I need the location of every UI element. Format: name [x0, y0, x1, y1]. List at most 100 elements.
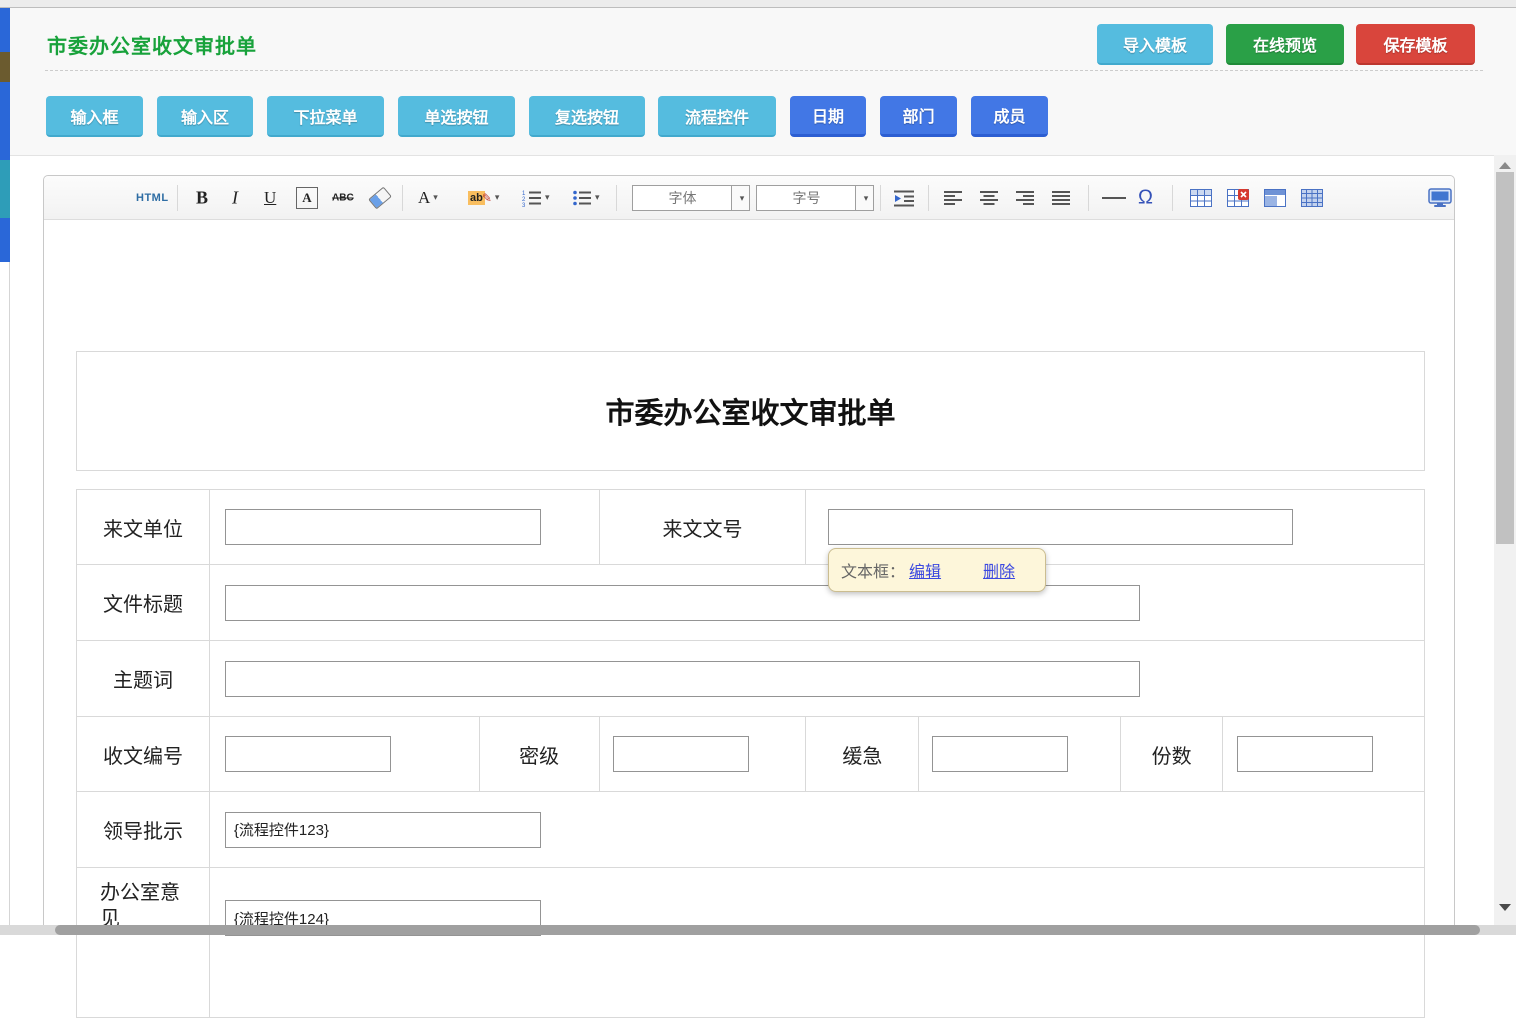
- toolbar-separator: [177, 185, 178, 211]
- source-unit-input[interactable]: [225, 509, 541, 545]
- field-label: 文件标题: [103, 588, 183, 617]
- receipt-number-input[interactable]: [225, 736, 391, 772]
- delete-table-icon[interactable]: [1227, 189, 1249, 207]
- strikethrough-icon[interactable]: ABC: [332, 192, 354, 203]
- toolbar-separator: [402, 185, 403, 211]
- field-label: 份数: [1152, 740, 1192, 769]
- urgency-input[interactable]: [932, 736, 1068, 772]
- align-right-icon[interactable]: [1016, 190, 1036, 206]
- table-row: 来文单位 来文文号: [77, 490, 1425, 565]
- vertical-scrollbar[interactable]: [1494, 155, 1516, 925]
- delete-control-link[interactable]: 删除: [983, 558, 1015, 582]
- field-label: 主题词: [113, 664, 173, 693]
- horizontal-scrollbar[interactable]: [0, 925, 1516, 935]
- label-cell: 领导批示: [77, 792, 210, 868]
- align-center-icon[interactable]: [980, 190, 1000, 206]
- vertical-scrollbar-thumb[interactable]: [1496, 172, 1514, 544]
- label-cell: 办公室意见: [77, 868, 210, 1018]
- input-cell: [600, 717, 807, 792]
- tooltip-label: 文本框：: [841, 558, 905, 582]
- add-dropdown-button[interactable]: 下拉菜单: [267, 96, 384, 137]
- field-label: 领导批示: [103, 815, 183, 844]
- scroll-up-icon[interactable]: [1499, 162, 1511, 169]
- add-member-button[interactable]: 成员: [971, 96, 1048, 137]
- add-input-box-button[interactable]: 输入框: [46, 96, 143, 137]
- input-cell: [210, 565, 1425, 641]
- input-cell: [210, 868, 1425, 1018]
- align-justify-icon[interactable]: [1052, 190, 1072, 206]
- underline-icon[interactable]: U: [264, 188, 276, 208]
- font-family-select[interactable]: 字体 ▾: [632, 185, 750, 211]
- input-cell: [210, 717, 480, 792]
- label-cell: 文件标题: [77, 565, 210, 641]
- copies-input[interactable]: [1237, 736, 1373, 772]
- editor-toolbar: HTML B I U A ABC A ▾ ab ✎ ▾ 1 2 3 ▾: [44, 176, 1454, 220]
- background-window-fragment: [0, 160, 10, 218]
- horizontal-scrollbar-thumb[interactable]: [55, 925, 1480, 935]
- fullscreen-icon[interactable]: [1428, 188, 1452, 208]
- scroll-down-icon[interactable]: [1499, 904, 1511, 911]
- font-color-icon[interactable]: A ▾: [418, 188, 438, 208]
- field-label: 收文编号: [103, 740, 183, 769]
- table-properties-icon[interactable]: [1264, 189, 1286, 207]
- unordered-list-icon[interactable]: ▾: [572, 189, 600, 207]
- label-cell: 收文编号: [77, 717, 210, 792]
- background-window-edge: [0, 8, 10, 262]
- leader-instructions-input[interactable]: [225, 812, 541, 848]
- add-date-button[interactable]: 日期: [790, 96, 866, 137]
- bold-icon[interactable]: B: [196, 187, 208, 208]
- insert-table-icon[interactable]: [1190, 189, 1212, 207]
- table-row: 文件标题: [77, 565, 1425, 641]
- label-cell: 份数: [1121, 717, 1223, 792]
- toolbar-separator: [928, 185, 929, 211]
- label-cell: 来文单位: [77, 490, 210, 565]
- dashed-divider: [45, 70, 1483, 71]
- field-label: 来文文号: [663, 513, 743, 542]
- input-cell: [1223, 717, 1425, 792]
- cell-properties-icon[interactable]: [1301, 189, 1323, 207]
- toolbar-separator: [616, 185, 617, 211]
- add-textarea-button[interactable]: 输入区: [157, 96, 253, 137]
- svg-text:3: 3: [522, 203, 526, 207]
- label-cell: 缓急: [806, 717, 919, 792]
- table-row: 领导批示: [77, 792, 1425, 868]
- top-window-strip: [0, 0, 1516, 8]
- chevron-down-icon[interactable]: ▾: [731, 186, 749, 210]
- highlight-color-icon[interactable]: ab ✎ ▾: [468, 191, 499, 205]
- input-cell: [210, 490, 600, 565]
- align-left-icon[interactable]: [944, 190, 964, 206]
- import-template-button[interactable]: 导入模板: [1097, 24, 1213, 65]
- field-label: 来文单位: [103, 513, 183, 542]
- toolbar-separator: [1172, 185, 1173, 211]
- add-flow-control-button[interactable]: 流程控件: [658, 96, 776, 137]
- horizontal-rule-icon[interactable]: [1102, 197, 1126, 199]
- edit-control-link[interactable]: 编辑: [909, 558, 941, 582]
- form-table: 来文单位 来文文号 文件标题 主题词: [76, 489, 1425, 1018]
- add-department-button[interactable]: 部门: [880, 96, 957, 137]
- indent-icon[interactable]: [894, 189, 916, 207]
- rich-text-editor: HTML B I U A ABC A ▾ ab ✎ ▾ 1 2 3 ▾: [43, 175, 1455, 925]
- font-size-select[interactable]: 字号 ▾: [756, 185, 874, 211]
- background-window-fragment: [0, 52, 10, 82]
- add-checkbox-button[interactable]: 复选按钮: [529, 96, 645, 137]
- document-number-input[interactable]: [828, 509, 1293, 545]
- subject-words-input[interactable]: [225, 661, 1140, 697]
- page-title: 市委办公室收文审批单: [47, 30, 257, 59]
- control-tooltip: 文本框： 编辑 删除: [828, 548, 1046, 592]
- save-template-button[interactable]: 保存模板: [1356, 24, 1475, 65]
- toolbar-separator: [1088, 185, 1089, 211]
- online-preview-button[interactable]: 在线预览: [1226, 24, 1344, 65]
- ordered-list-icon[interactable]: 1 2 3 ▾: [522, 189, 550, 207]
- security-level-input[interactable]: [613, 736, 749, 772]
- italic-icon[interactable]: I: [232, 187, 238, 208]
- form-title-cell[interactable]: 市委办公室收文审批单: [76, 351, 1425, 471]
- table-row: 收文编号 密级 缓急 份数: [77, 717, 1425, 792]
- add-radio-button[interactable]: 单选按钮: [398, 96, 515, 137]
- input-cell: [919, 717, 1121, 792]
- font-style-icon[interactable]: A: [296, 187, 318, 209]
- eraser-icon[interactable]: [370, 191, 390, 204]
- special-char-icon[interactable]: Ω: [1138, 186, 1153, 209]
- form-title: 市委办公室收文审批单: [605, 390, 895, 432]
- chevron-down-icon[interactable]: ▾: [855, 186, 873, 210]
- html-source-icon[interactable]: HTML: [136, 192, 169, 204]
